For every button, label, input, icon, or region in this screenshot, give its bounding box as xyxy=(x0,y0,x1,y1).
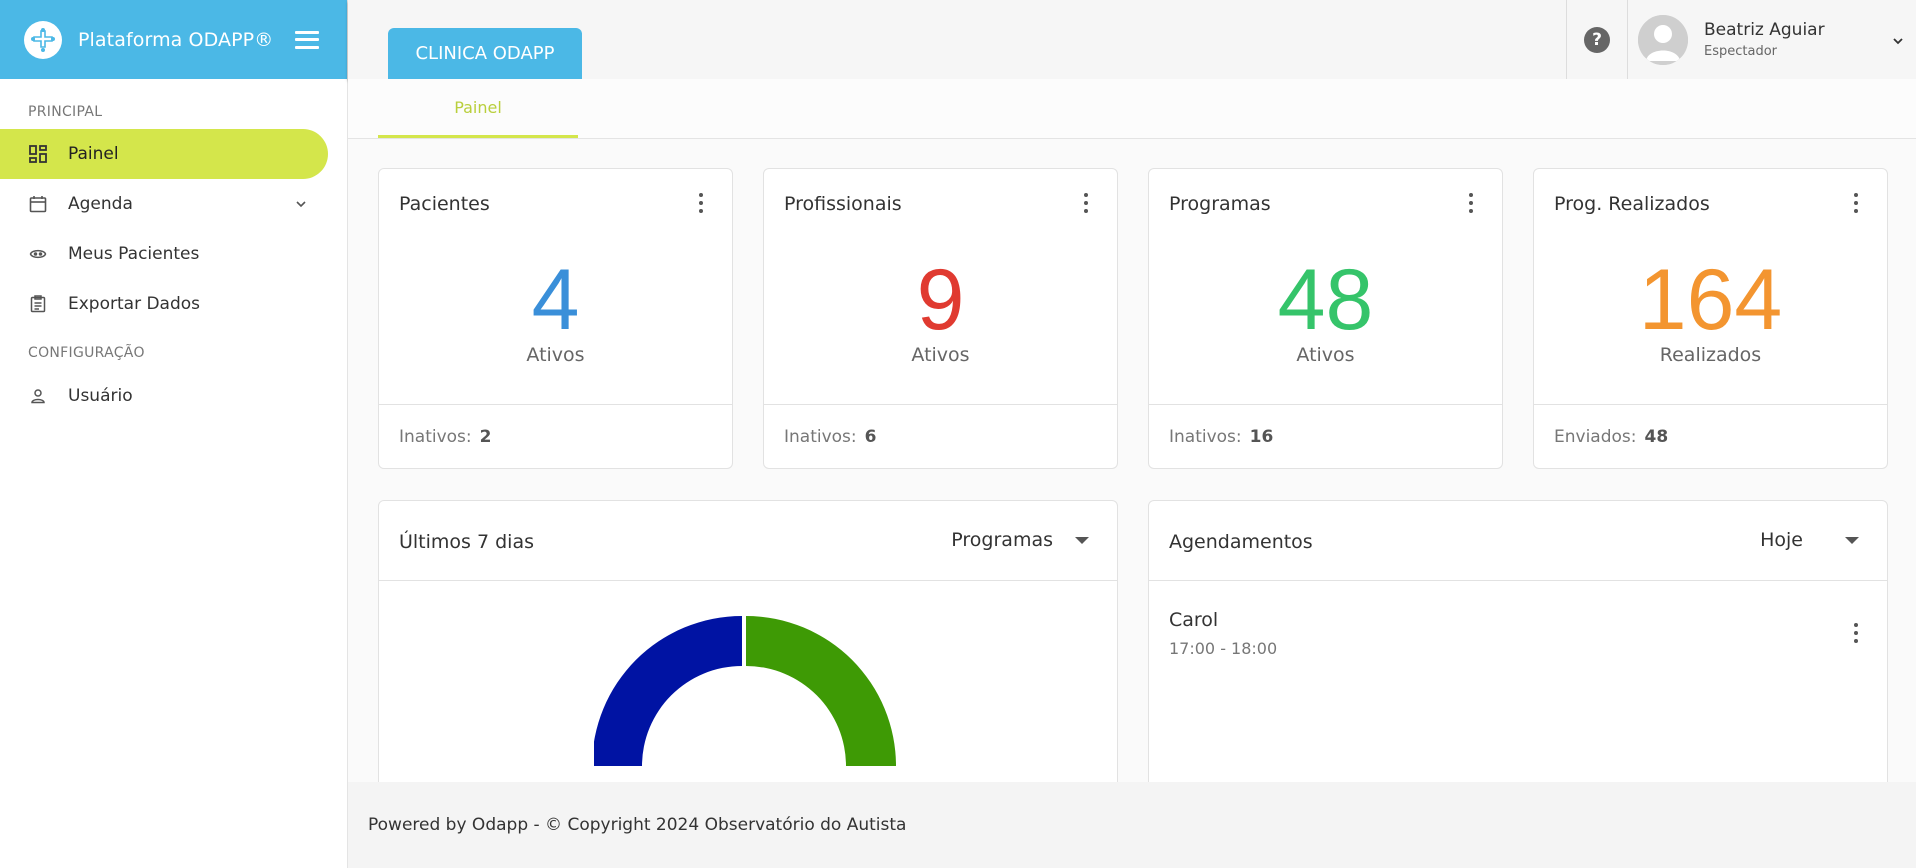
user-name: Beatriz Aguiar xyxy=(1704,20,1825,40)
panel-header: Agendamentos Hoje xyxy=(1149,501,1887,581)
clipboard-icon xyxy=(28,294,48,314)
logo xyxy=(24,20,62,59)
stat-footer-label: Enviados: xyxy=(1554,427,1637,447)
select-value: Hoje xyxy=(1760,529,1803,551)
clinic-tab[interactable]: CLINICA ODAPP xyxy=(388,28,582,79)
stat-card-programas: Programas 48 Ativos Inativos: 16 xyxy=(1148,168,1503,469)
stat-value: 164 xyxy=(1638,252,1783,348)
stat-label: Ativos xyxy=(911,344,970,366)
sidebar-item-painel[interactable]: Painel xyxy=(0,129,328,179)
more-vert-icon[interactable] xyxy=(1853,193,1859,213)
appointment-name: Carol xyxy=(1169,609,1219,631)
sidebar-item-label: Usuário xyxy=(68,386,133,406)
stat-footer: Enviados: 48 xyxy=(1534,404,1887,469)
sidebar-item-exportar-dados[interactable]: Exportar Dados xyxy=(0,279,347,329)
stat-footer-label: Inativos: xyxy=(399,427,472,447)
brand-name: Plataforma ODAPP® xyxy=(78,28,274,51)
top-bar: CLINICA ODAPP ? Beatriz Aguiar Espectado… xyxy=(348,0,1916,79)
panel-header: Últimos 7 dias Programas xyxy=(379,501,1117,581)
sidebar-item-agenda[interactable]: Agenda xyxy=(0,179,347,229)
stat-footer-value: 48 xyxy=(1644,427,1669,447)
help-button[interactable]: ? xyxy=(1566,0,1628,79)
stat-card-profissionais: Profissionais 9 Ativos Inativos: 6 xyxy=(763,168,1118,469)
subtabs: Painel xyxy=(348,79,1916,139)
dashboard-icon xyxy=(28,144,48,164)
user-info: Beatriz Aguiar Espectador xyxy=(1704,20,1825,59)
donut-segment-blue xyxy=(594,616,742,766)
tab-painel[interactable]: Painel xyxy=(378,79,578,138)
more-vert-icon[interactable] xyxy=(1083,193,1089,213)
card-title: Pacientes xyxy=(399,193,490,215)
arrow-drop-down-icon xyxy=(1075,536,1089,544)
section-label-configuracao: CONFIGURAÇÃO xyxy=(28,345,145,361)
stat-footer-label: Inativos: xyxy=(1169,427,1242,447)
sidebar: Plataforma ODAPP® PRINCIPAL Painel Agend… xyxy=(0,0,348,868)
appointments-panel: Agendamentos Hoje Carol 17:00 - 18:00 xyxy=(1148,500,1888,790)
sidebar-item-label: Exportar Dados xyxy=(68,294,201,314)
appointments-filter-select[interactable]: Hoje xyxy=(1760,529,1859,551)
chart-filter-select[interactable]: Programas xyxy=(951,529,1089,551)
stat-footer-value: 16 xyxy=(1249,427,1274,447)
stat-card-pacientes: Pacientes 4 Ativos Inativos: 2 xyxy=(378,168,733,469)
stat-card-prog-realizados: Prog. Realizados 164 Realizados Enviados… xyxy=(1533,168,1888,469)
donut-segment-green xyxy=(746,616,896,766)
more-vert-icon[interactable] xyxy=(698,193,704,213)
calendar-icon xyxy=(28,194,48,214)
stat-footer-label: Inativos: xyxy=(784,427,857,447)
stat-value: 4 xyxy=(531,252,580,348)
stat-footer: Inativos: 6 xyxy=(764,404,1117,469)
stat-label: Ativos xyxy=(526,344,585,366)
stat-footer-value: 2 xyxy=(479,427,492,447)
footer-text: Powered by Odapp - © Copyright 2024 Obse… xyxy=(368,815,907,835)
sidebar-item-usuario[interactable]: Usuário xyxy=(0,371,347,421)
chevron-down-icon[interactable] xyxy=(295,195,307,215)
chart-panel: Últimos 7 dias Programas xyxy=(378,500,1118,790)
card-title: Programas xyxy=(1169,193,1271,215)
sidebar-item-label: Painel xyxy=(68,144,119,164)
stat-label: Realizados xyxy=(1659,344,1762,366)
menu-toggle-icon[interactable] xyxy=(295,30,319,49)
panel-title: Agendamentos xyxy=(1169,531,1313,553)
appointment-time: 17:00 - 18:00 xyxy=(1169,639,1278,658)
footer: Powered by Odapp - © Copyright 2024 Obse… xyxy=(348,782,1916,868)
stat-footer-value: 6 xyxy=(864,427,877,447)
panel-title: Últimos 7 dias xyxy=(399,531,534,553)
more-vert-icon[interactable] xyxy=(1853,623,1859,643)
avatar xyxy=(1638,14,1688,65)
chevron-down-icon[interactable] xyxy=(1892,32,1904,51)
card-title: Prog. Realizados xyxy=(1554,193,1710,215)
more-vert-icon[interactable] xyxy=(1468,193,1474,213)
sidebar-header: Plataforma ODAPP® xyxy=(0,0,347,79)
donut-chart xyxy=(594,616,896,766)
stat-footer: Inativos: 2 xyxy=(379,404,732,469)
user-role: Espectador xyxy=(1704,44,1777,59)
sidebar-item-meus-pacientes[interactable]: Meus Pacientes xyxy=(0,229,347,279)
sidebar-item-label: Meus Pacientes xyxy=(68,244,200,264)
arrow-drop-down-icon xyxy=(1845,536,1859,544)
card-title: Profissionais xyxy=(784,193,902,215)
stat-label: Ativos xyxy=(1296,344,1355,366)
help-icon: ? xyxy=(1584,26,1610,53)
select-value: Programas xyxy=(951,529,1053,551)
stat-footer: Inativos: 16 xyxy=(1149,404,1502,469)
face-icon xyxy=(28,244,48,264)
stat-value: 9 xyxy=(916,252,965,348)
sidebar-item-label: Agenda xyxy=(68,194,133,214)
user-menu[interactable]: Beatriz Aguiar Espectador xyxy=(1638,0,1916,79)
section-label-principal: PRINCIPAL xyxy=(28,104,103,120)
person-icon xyxy=(28,386,48,406)
stat-value: 48 xyxy=(1277,252,1374,348)
